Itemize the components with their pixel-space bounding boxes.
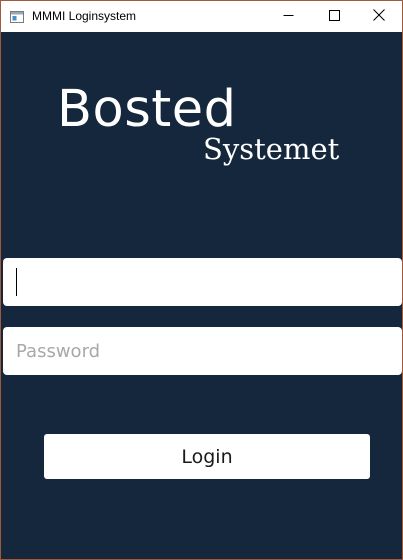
username-input[interactable] (3, 258, 402, 306)
maximize-icon (328, 8, 340, 26)
username-field[interactable] (3, 258, 402, 306)
close-button[interactable] (356, 1, 402, 32)
app-window: MMMI Loginsystem Bosted Systemet Login (0, 0, 403, 560)
app-icon (10, 10, 24, 23)
brand-logo: Bosted Systemet (57, 80, 347, 170)
login-button[interactable]: Login (44, 434, 370, 479)
maximize-button[interactable] (311, 1, 357, 32)
close-icon (373, 8, 385, 26)
window-title: MMMI Loginsystem (32, 9, 137, 23)
password-field[interactable] (3, 327, 402, 375)
password-input[interactable] (3, 327, 402, 375)
text-caret (16, 268, 17, 296)
minimize-button[interactable] (265, 1, 311, 32)
login-panel: Bosted Systemet Login (1, 32, 402, 559)
minimize-icon (283, 8, 294, 26)
logo-title: Bosted (57, 80, 237, 139)
title-bar[interactable]: MMMI Loginsystem (1, 1, 402, 32)
logo-subtitle: Systemet (203, 132, 340, 166)
